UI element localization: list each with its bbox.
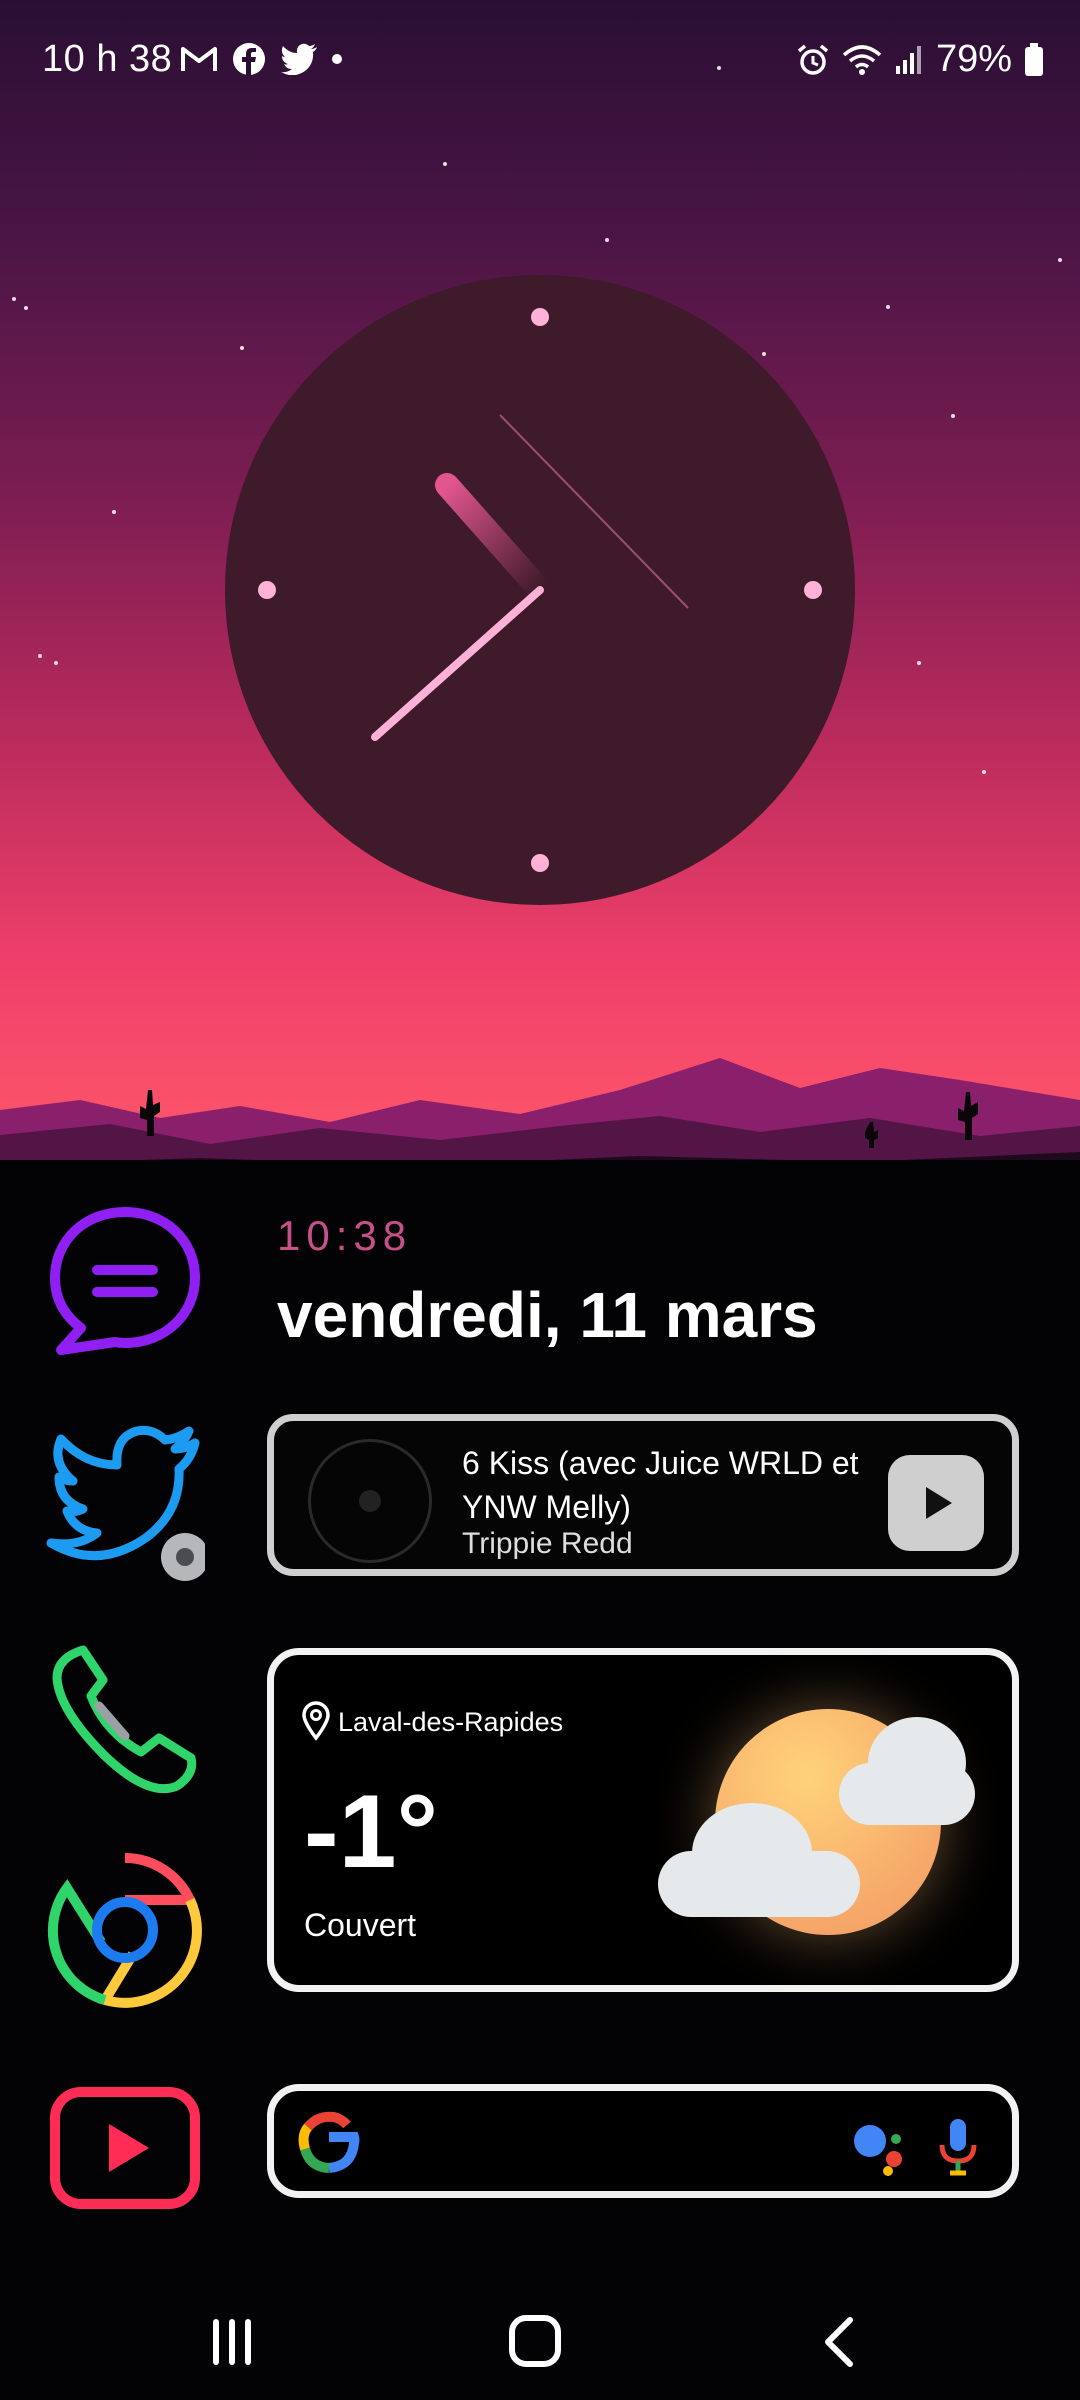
play-button[interactable] — [888, 1455, 984, 1551]
wifi-icon — [842, 44, 882, 75]
star — [24, 306, 28, 310]
home-button[interactable] — [504, 2308, 568, 2372]
star — [443, 162, 447, 166]
clock-marker-9 — [258, 581, 276, 599]
weather-temperature: -1° — [304, 1774, 439, 1890]
more-notifications-dot — [332, 54, 342, 64]
star — [886, 305, 890, 309]
track-artist: Trippie Redd — [462, 1527, 633, 1560]
back-button[interactable] — [808, 2310, 872, 2374]
gmail-icon — [181, 47, 217, 71]
star — [951, 414, 955, 418]
album-art-disc — [308, 1439, 432, 1563]
star — [12, 297, 16, 301]
battery-percent: 79% — [935, 38, 1012, 80]
youtube-app-icon[interactable] — [45, 2068, 205, 2228]
twitter-app-icon[interactable] — [45, 1425, 205, 1585]
status-time: 10 h 38 — [42, 38, 173, 80]
clock-marker-12 — [531, 308, 549, 326]
clock-minute-hand — [371, 586, 544, 741]
alarm-icon — [797, 44, 829, 75]
battery-icon — [1025, 42, 1043, 76]
weather-location: Laval-des-Rapides — [338, 1707, 564, 1737]
messages-app-icon[interactable] — [45, 1200, 205, 1360]
weather-condition: Couvert — [304, 1907, 417, 1943]
status-bar: 10 h 38 79% — [0, 0, 1080, 120]
cloud-icon-puff — [868, 1717, 966, 1809]
star — [605, 238, 609, 242]
twitter-icon — [281, 43, 317, 75]
weather-widget[interactable]: Laval-des-Rapides -1° Couvert — [267, 1648, 1019, 1992]
navigation-bar — [0, 2290, 1080, 2400]
star — [917, 661, 921, 665]
google-assistant-icon[interactable] — [852, 2117, 912, 2177]
star — [54, 661, 58, 665]
phone-app-icon[interactable] — [45, 1640, 205, 1800]
music-player-widget[interactable]: 6 Kiss (avec Juice WRLD et YNW Melly) Tr… — [267, 1414, 1019, 1576]
star — [38, 654, 42, 658]
star — [1058, 258, 1062, 262]
clock-marker-3 — [804, 581, 822, 599]
signal-icon — [895, 45, 921, 74]
location-pin-icon — [302, 1701, 330, 1741]
google-logo-icon — [298, 2111, 360, 2173]
clock-hour-hand — [435, 473, 552, 602]
clock-marker-6 — [531, 854, 549, 872]
facebook-icon — [233, 43, 265, 75]
track-title: 6 Kiss (avec Juice WRLD et YNW Melly) — [462, 1445, 859, 1525]
google-search-bar[interactable] — [267, 2084, 1019, 2198]
star — [982, 770, 986, 774]
date-widget-time: 10:38 — [277, 1212, 413, 1259]
analog-clock-widget[interactable] — [225, 275, 855, 905]
play-icon — [926, 1487, 952, 1519]
date-widget-date[interactable]: vendredi, 11 mars — [277, 1278, 818, 1352]
cloud-icon-front-puff — [692, 1803, 812, 1903]
clock-face — [258, 308, 822, 872]
microphone-icon[interactable] — [934, 2113, 982, 2179]
chrome-app-icon[interactable] — [45, 1850, 205, 2010]
star — [112, 510, 116, 514]
recent-apps-button[interactable] — [200, 2310, 264, 2374]
